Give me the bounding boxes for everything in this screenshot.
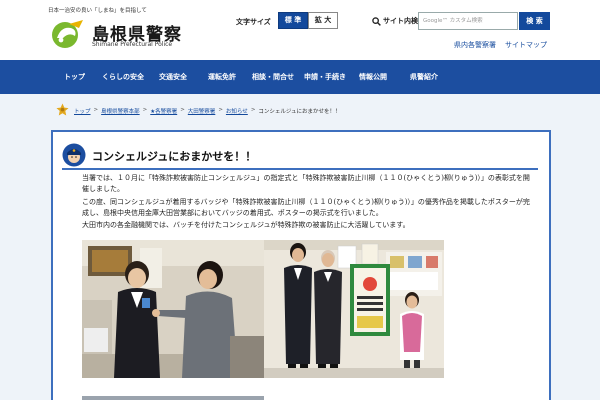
prefecture-emblem-icon <box>56 103 69 116</box>
nav-item-disclosure[interactable]: 情報公開 <box>359 60 387 94</box>
global-nav: トップ くらしの安全 交通安全 運転免許 相談・問合せ 申請・手続き 情報公開 … <box>0 60 600 94</box>
breadcrumb-current: コンシェルジュにおまかせを！！ <box>258 109 341 115</box>
breadcrumb-link-top[interactable]: トップ <box>74 107 91 115</box>
search-button[interactable]: 検 索 <box>519 12 550 30</box>
breadcrumb: トップ > 島根県警察本部 > ★各警察署 > 大田警察署 > お知らせ > コ… <box>74 107 341 115</box>
breadcrumb-separator: > <box>250 107 256 113</box>
font-size-standard-button[interactable]: 標 準 <box>278 12 308 29</box>
breadcrumb-link-ohda[interactable]: 大田警察署 <box>188 107 216 115</box>
search-input[interactable]: Google™ カスタム検索 <box>418 12 518 30</box>
breadcrumb-separator: > <box>93 107 99 113</box>
nav-item-traffic[interactable]: 交通安全 <box>159 60 187 94</box>
poster-ceremony-photo <box>264 240 444 378</box>
police-officer-icon <box>62 143 86 167</box>
nav-item-applications[interactable]: 申請・手続き <box>304 60 346 94</box>
font-size-label: 文字サイズ <box>236 18 271 26</box>
breadcrumb-link-stations[interactable]: ★各警察署 <box>150 107 177 115</box>
breadcrumb-link-hq[interactable]: 島根県警察本部 <box>101 107 140 115</box>
nav-item-consultation[interactable]: 相談・問合せ <box>252 60 294 94</box>
badge-ceremony-photo <box>82 240 264 378</box>
police-stations-link[interactable]: 県内各警察署 <box>454 40 496 50</box>
breadcrumb-link-news[interactable]: お知らせ <box>226 107 248 115</box>
additional-photo <box>82 396 264 400</box>
nav-item-safety[interactable]: くらしの安全 <box>102 60 144 94</box>
nav-item-license[interactable]: 運転免許 <box>208 60 236 94</box>
breadcrumb-separator: > <box>142 107 148 113</box>
article-paragraph-1: 当署では、１０月に「特殊詐欺被害防止コンシェルジュ」の指定式と「特殊詐欺被害防止… <box>82 174 530 193</box>
sitemap-link[interactable]: サイトマップ <box>505 40 547 50</box>
font-size-large-button[interactable]: 拡 大 <box>308 12 338 29</box>
search-icon <box>372 16 381 26</box>
site-tagline: 日本一治安の良い「しまね」を目指して <box>48 8 147 14</box>
nav-item-about[interactable]: 県警紹介 <box>410 60 438 94</box>
title-divider <box>62 168 538 170</box>
site-logo-subtitle: Shimane Prefectural Police <box>92 41 173 48</box>
article-paragraph-3: 大田市内の各金融機関では、バッチを付けたコンシェルジュが特殊詐欺の被害防止に大活… <box>82 221 410 229</box>
shimane-police-logo-icon[interactable] <box>49 18 85 50</box>
article-paragraph-2: この度、同コンシェルジュが着用するバッジや「特殊詐欺被害防止川柳（１１０(ひゃく… <box>82 198 530 217</box>
site-header: 日本一治安の良い「しまね」を目指して 島根県警察 Shimane Prefect… <box>0 0 600 60</box>
breadcrumb-separator: > <box>218 107 223 113</box>
breadcrumb-separator: > <box>180 107 185 113</box>
article-title: コンシェルジュにおまかせを！！ <box>92 150 257 163</box>
nav-item-top[interactable]: トップ <box>64 60 85 94</box>
